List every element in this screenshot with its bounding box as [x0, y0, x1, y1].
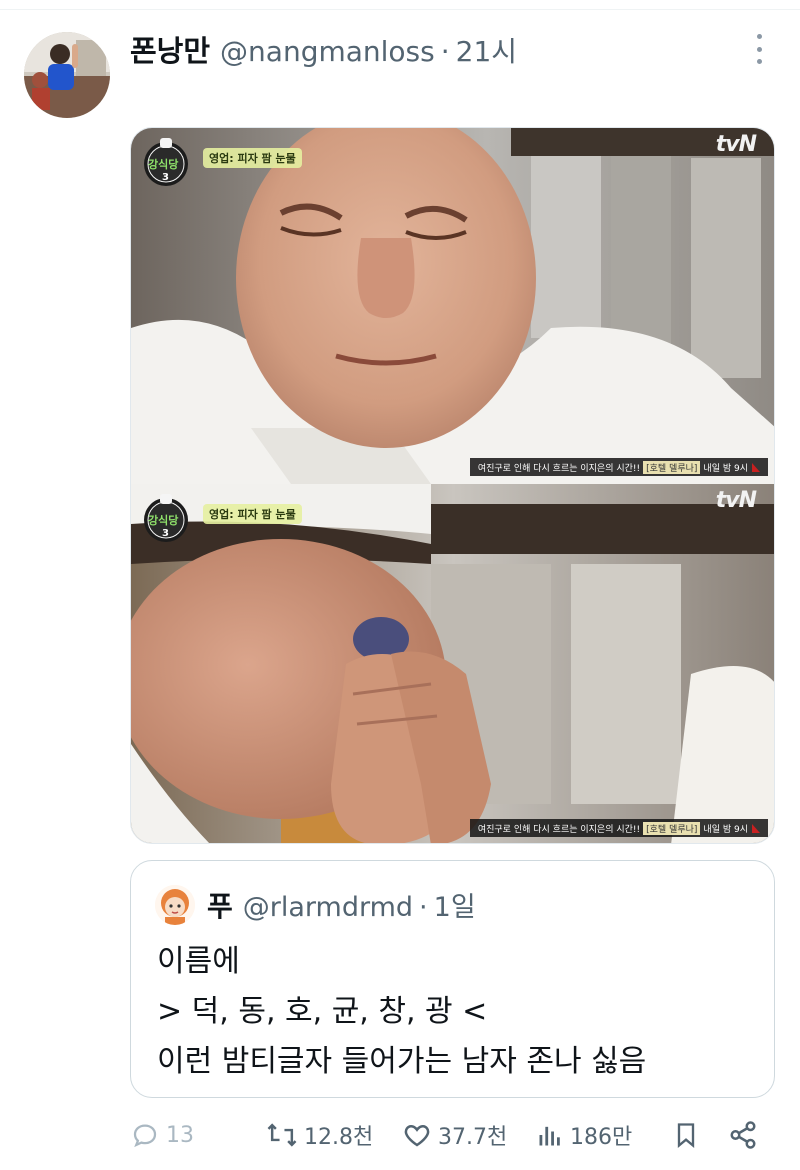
ticker-time: 내일 밤 9시: [703, 824, 748, 835]
ticker-flag-icon: [752, 823, 760, 833]
episode-caption: 영업: 피자 팜 눈물: [203, 504, 302, 524]
retweet-count: 12.8천: [304, 1125, 374, 1150]
promo-ticker: 여진구로 인해 다시 흐르는 이지은의 시간!! [호텔 델루나] 내일 밤 9…: [469, 458, 768, 476]
ticker-text: 여진구로 인해 다시 흐르는 이지은의 시간!!: [477, 824, 641, 835]
author-avatar[interactable]: [24, 32, 110, 118]
reply-button[interactable]: 13: [130, 1110, 194, 1160]
views-button[interactable]: 186만: [536, 1110, 632, 1160]
bookmark-icon: [677, 1123, 695, 1148]
quoted-text-line: 이름에: [157, 944, 240, 979]
quoted-text: 이름에 > 덕, 동, 호, 균, 창, 광 < 이런 밤티글자 들어가는 남자…: [157, 937, 646, 1087]
quoted-header: 푸 @rlarmdrmd · 1일: [207, 885, 476, 925]
tweet-media[interactable]: 강식당 3 영업: 피자 팜 눈물 tvN 여진구로 인해 다시 흐르는 이지은…: [130, 127, 775, 844]
show-logo-icon: 강식당 3: [141, 490, 191, 550]
separator-dot: ·: [419, 892, 428, 923]
share-icon: [730, 1121, 756, 1149]
author-handle[interactable]: @nangmanloss: [220, 35, 435, 68]
ticker-highlight: [호텔 델루나]: [643, 460, 701, 474]
show-logo-text: 강식당: [148, 158, 179, 171]
episode-caption: 영업: 피자 팜 눈물: [203, 148, 302, 168]
views-icon: [539, 1126, 560, 1146]
quoted-text-line: 이런 밤티글자 들어가는 남자 존나 싫음: [157, 1044, 647, 1079]
retweet-icon: [267, 1123, 297, 1147]
like-button[interactable]: 37.7천: [402, 1110, 507, 1160]
broadcaster-logo: tvN: [715, 132, 757, 157]
top-divider: [0, 0, 800, 10]
ticker-time: 내일 밤 9시: [703, 463, 748, 474]
quoted-author-avatar[interactable]: [155, 885, 195, 925]
media-frame-1: 강식당 3 영업: 피자 팜 눈물 tvN 여진구로 인해 다시 흐르는 이지은…: [131, 128, 774, 484]
like-count: 37.7천: [438, 1125, 508, 1150]
quoted-text-line: > 덕, 동, 호, 균, 창, 광 <: [157, 994, 488, 1029]
show-logo-number: 3: [162, 172, 169, 183]
heart-icon: [404, 1124, 430, 1147]
show-logo-number: 3: [162, 528, 169, 539]
quoted-author-handle[interactable]: @rlarmdrmd: [243, 892, 413, 923]
view-count: 186만: [570, 1125, 633, 1150]
tweet-time[interactable]: 21시: [456, 30, 517, 70]
media-frame-2: 강식당 3 영업: 피자 팜 눈물 tvN 여진구로 인해 다시 흐르는 이지은…: [131, 484, 774, 843]
ticker-flag-icon: [752, 462, 760, 472]
quoted-tweet[interactable]: 푸 @rlarmdrmd · 1일 이름에 > 덕, 동, 호, 균, 창, 광…: [130, 860, 775, 1098]
show-logo-icon: 강식당 3: [141, 134, 191, 194]
quoted-author-name[interactable]: 푸: [207, 885, 233, 925]
ticker-highlight: [호텔 델루나]: [643, 821, 701, 835]
tweet-header: 폰낭만 @nangmanloss · 21시: [130, 28, 517, 68]
quoted-time[interactable]: 1일: [434, 885, 476, 924]
separator-dot: ·: [440, 35, 450, 68]
reply-count: 13: [166, 1122, 194, 1148]
ticker-text: 여진구로 인해 다시 흐르는 이지은의 시간!!: [477, 463, 641, 474]
more-icon[interactable]: [750, 34, 768, 64]
author-name[interactable]: 폰낭만: [130, 28, 210, 70]
show-logo-text: 강식당: [148, 514, 179, 527]
bookmark-button[interactable]: [672, 1110, 700, 1160]
promo-ticker: 여진구로 인해 다시 흐르는 이지은의 시간!! [호텔 델루나] 내일 밤 9…: [469, 819, 768, 837]
action-bar: 13 12.8천 37.7천 186만: [130, 1110, 775, 1160]
broadcaster-logo: tvN: [715, 488, 757, 513]
retweet-button[interactable]: 12.8천: [266, 1110, 373, 1160]
reply-icon: [133, 1124, 157, 1148]
share-button[interactable]: [728, 1110, 758, 1160]
